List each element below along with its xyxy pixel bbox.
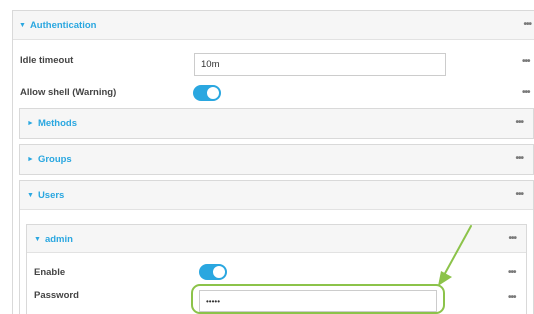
admin-title[interactable]: ▼ admin [34,225,73,253]
admin-header[interactable]: ▼ admin ••• [27,225,526,253]
triangle-right-icon: ► [27,156,34,163]
triangle-down-icon: ▼ [27,192,34,199]
users-title-text: Users [37,190,65,201]
authentication-header[interactable]: ▼ Authentication ••• [13,11,534,40]
methods-title[interactable]: ► Methods [27,109,77,138]
ellipsis-icon[interactable]: ••• [523,19,531,30]
ellipsis-icon[interactable]: ••• [515,189,523,200]
enable-toggle[interactable] [199,264,227,280]
authentication-title[interactable]: ▼ Authentication [19,11,96,40]
admin-title-text: admin [44,233,73,245]
triangle-down-icon: ▼ [19,22,26,29]
ellipsis-icon[interactable]: ••• [522,87,530,98]
users-header[interactable]: ▼ Users ••• [20,181,533,210]
ellipsis-icon[interactable]: ••• [508,292,516,303]
idle-timeout-input[interactable] [194,53,446,76]
ellipsis-icon[interactable]: ••• [508,267,516,278]
enable-label: Enable [34,267,66,278]
ellipsis-icon[interactable]: ••• [515,117,523,128]
ellipsis-icon[interactable]: ••• [522,56,530,67]
authentication-settings-page: ▼ Authentication ••• Idle timeout ••• Al… [0,0,534,314]
methods-panel: ► Methods ••• [19,108,534,139]
groups-title[interactable]: ► Groups [27,145,72,174]
idle-timeout-label: Idle timeout [20,55,74,66]
triangle-down-icon: ▼ [34,235,41,243]
groups-header[interactable]: ► Groups ••• [20,145,533,174]
allow-shell-label: Allow shell (Warning) [20,87,117,98]
methods-title-text: Methods [37,118,77,129]
groups-title-text: Groups [37,154,72,165]
ellipsis-icon[interactable]: ••• [515,153,523,164]
allow-shell-toggle[interactable] [193,85,221,101]
toggle-knob [206,86,220,100]
ellipsis-icon[interactable]: ••• [508,233,516,244]
groups-panel: ► Groups ••• [19,144,534,175]
authentication-title-text: Authentication [29,20,97,31]
triangle-right-icon: ► [27,120,34,127]
password-label: Password [34,290,79,301]
toggle-knob [212,265,226,279]
password-input[interactable] [199,290,437,312]
users-title[interactable]: ▼ Users [27,181,64,210]
methods-header[interactable]: ► Methods ••• [20,109,533,138]
